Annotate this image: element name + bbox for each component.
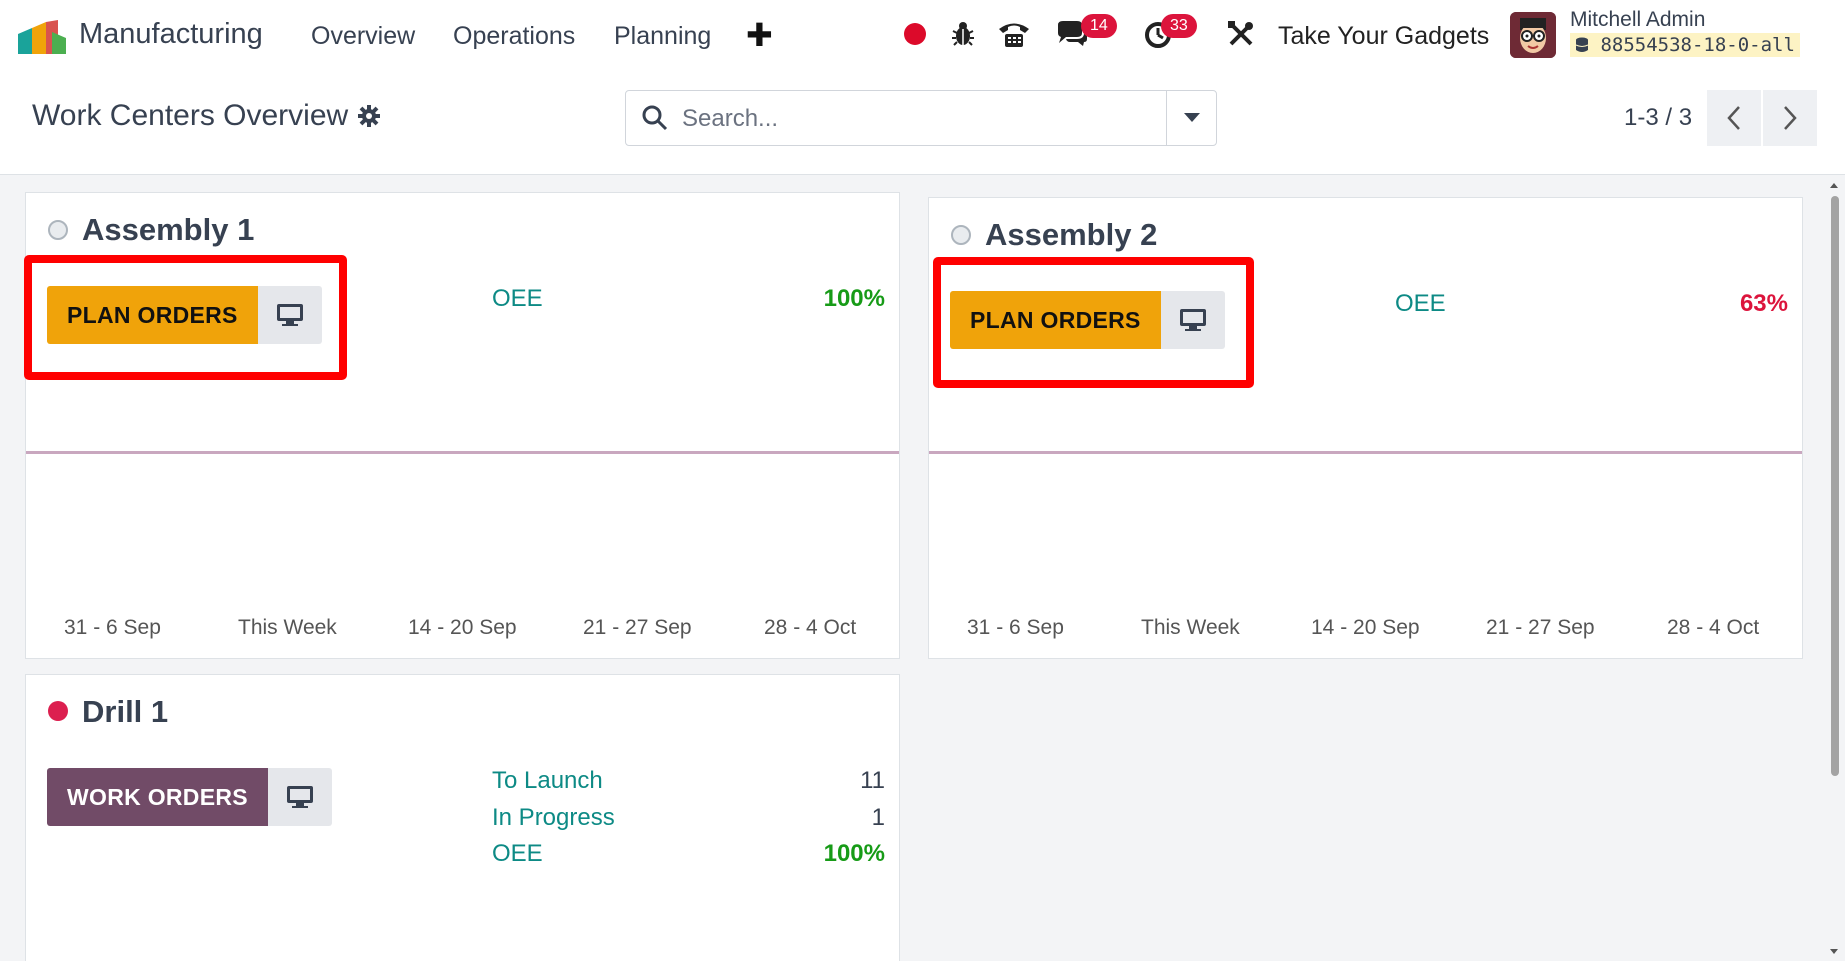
menu-overview[interactable]: Overview (311, 22, 415, 51)
plan-orders-button[interactable]: PLAN ORDERS (47, 286, 258, 344)
status-indicator[interactable] (48, 701, 68, 721)
page-title: Work Centers Overview (32, 99, 349, 132)
scroll-thumb[interactable] (1831, 196, 1839, 776)
oee-value[interactable]: 100% (824, 840, 885, 868)
bug-icon[interactable] (950, 18, 976, 50)
desktop-icon (1179, 309, 1206, 331)
tick-label: 14 - 20 Sep (408, 616, 517, 639)
activities-badge: 33 (1161, 14, 1197, 38)
chart-line (929, 451, 1802, 454)
oee-label[interactable]: OEE (1395, 290, 1446, 318)
recording-icon[interactable] (904, 18, 926, 50)
database-name: 88554538-18-0-all (1600, 34, 1795, 56)
monitor-button[interactable] (267, 768, 332, 826)
work-orders-button[interactable]: WORK ORDERS (47, 768, 268, 826)
menu-operations[interactable]: Operations (453, 22, 575, 51)
oee-value[interactable]: 63% (1740, 290, 1788, 318)
tools-icon[interactable] (1226, 18, 1256, 50)
chart-line (26, 451, 899, 454)
oee-label[interactable]: OEE (492, 840, 543, 868)
tick-label: 28 - 4 Oct (1667, 616, 1760, 639)
tick-label: 21 - 27 Sep (1486, 616, 1595, 639)
monitor-button[interactable] (1160, 291, 1225, 349)
in-progress-value[interactable]: 1 (872, 804, 885, 832)
tick-label: 28 - 4 Oct (764, 616, 857, 639)
top-navbar: Manufacturing Overview Operations Planni… (0, 0, 1845, 70)
gear-icon[interactable] (358, 105, 380, 132)
phone-icon[interactable] (997, 18, 1031, 50)
chevron-left-icon (1727, 106, 1740, 130)
plan-orders-button[interactable]: PLAN ORDERS (950, 291, 1161, 349)
messages-badge: 14 (1081, 14, 1117, 38)
tick-label: 21 - 27 Sep (583, 616, 692, 639)
monitor-button[interactable] (257, 286, 322, 344)
workcenter-card-assembly-2[interactable]: Assembly 2 PLAN ORDERS OEE 63% 31 - 6 Se… (928, 197, 1803, 659)
vertical-scrollbar[interactable] (1827, 180, 1841, 961)
card-title[interactable]: Drill 1 (82, 694, 168, 730)
scroll-down-arrow-icon[interactable] (1827, 947, 1841, 957)
workcenter-card-assembly-1[interactable]: Assembly 1 PLAN ORDERS OEE 100% 31 - 6 S… (24, 192, 900, 659)
button-group: WORK ORDERS (47, 768, 332, 826)
card-title[interactable]: Assembly 1 (82, 212, 254, 248)
search-input[interactable] (682, 105, 1082, 133)
status-indicator[interactable] (48, 220, 68, 240)
card-title[interactable]: Assembly 2 (985, 217, 1157, 253)
in-progress-label[interactable]: In Progress (492, 804, 615, 832)
oee-label[interactable]: OEE (492, 285, 543, 313)
tick-label: 31 - 6 Sep (967, 616, 1064, 639)
search-bar (625, 90, 1217, 146)
tick-label: 14 - 20 Sep (1311, 616, 1420, 639)
database-chip: 88554538-18-0-all (1570, 33, 1800, 57)
pager-value[interactable]: 1-3 / 3 (1624, 104, 1692, 132)
tick-label: This Week (238, 616, 337, 639)
desktop-icon (276, 304, 303, 326)
user-name[interactable]: Mitchell Admin (1570, 8, 1705, 32)
search-icon (642, 105, 668, 136)
pager-next-button[interactable] (1763, 90, 1817, 146)
desktop-icon (286, 786, 313, 808)
scroll-up-arrow-icon[interactable] (1827, 180, 1841, 190)
menu-planning[interactable]: Planning (614, 22, 711, 51)
tick-label: 31 - 6 Sep (64, 616, 161, 639)
user-avatar[interactable] (1510, 12, 1556, 58)
database-icon (1575, 37, 1589, 52)
chevron-right-icon (1784, 106, 1797, 130)
button-group: PLAN ORDERS (47, 286, 322, 344)
oee-value[interactable]: 100% (824, 285, 885, 313)
search-options-toggle[interactable] (1166, 91, 1216, 145)
app-name[interactable]: Manufacturing (79, 18, 263, 51)
button-group: PLAN ORDERS (950, 291, 1225, 349)
to-launch-value[interactable]: 11 (860, 767, 885, 795)
company-switcher[interactable]: Take Your Gadgets (1278, 22, 1489, 51)
caret-down-icon (1183, 113, 1200, 122)
tick-label: This Week (1141, 616, 1240, 639)
workcenter-card-drill-1[interactable]: Drill 1 WORK ORDERS To Launch 11 In Prog… (25, 674, 900, 961)
pager-previous-button[interactable] (1707, 90, 1761, 146)
plus-icon[interactable]: ✚ (746, 16, 773, 54)
manufacturing-app-icon[interactable] (18, 20, 66, 54)
status-indicator[interactable] (951, 225, 971, 245)
to-launch-label[interactable]: To Launch (492, 767, 603, 795)
